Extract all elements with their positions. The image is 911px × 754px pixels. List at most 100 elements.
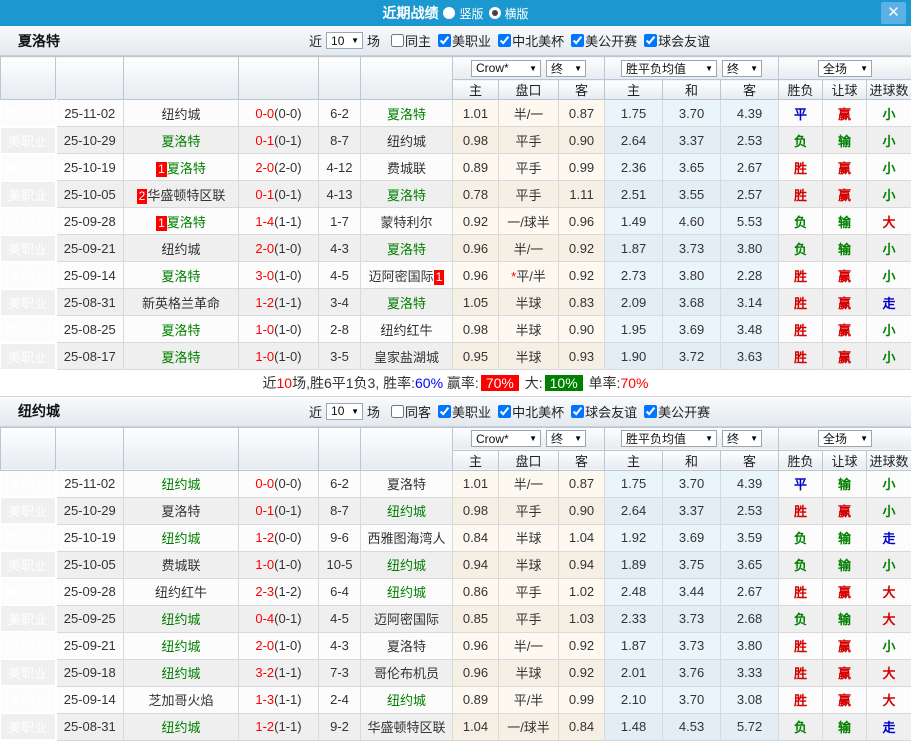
corners-cell: 3-5 (318, 342, 361, 370)
league-filter-label: 球会友谊 (658, 34, 711, 49)
mean-select[interactable]: 胜平负均值 ▼ (621, 430, 718, 447)
league-cell: 美职业 (0, 342, 57, 371)
handicap-cell: 半/一 (498, 470, 559, 498)
date-cell: 25-09-14 (55, 261, 124, 289)
result-cell: 胜 (778, 659, 824, 687)
result-cell-value: 胜 (794, 666, 808, 681)
away-odds-cell: 0.92 (558, 659, 606, 687)
home-team-cell: 费城联 (123, 551, 239, 579)
league-checkbox-input[interactable] (438, 34, 452, 47)
league-filter-checkbox[interactable]: 美职业 (438, 402, 491, 421)
league-checkbox-input[interactable] (571, 34, 585, 47)
league-filter-checkbox[interactable]: 球会友谊 (644, 31, 710, 50)
mean-select[interactable]: 胜平负均值 ▼ (621, 59, 718, 77)
league-filter-checkbox[interactable]: 美公开赛 (571, 31, 637, 50)
date-cell: 25-08-31 (55, 288, 124, 316)
handicap-result-cell-value: 输 (838, 214, 852, 230)
match-row: 美职业 25-10-29 夏洛特 0-1(0-1) 8-7 纽约城 0.98 平手 0.90 2.… (0, 497, 911, 525)
half-time-score: (1-0) (274, 348, 302, 364)
mean-win-cell: 1.87 (604, 632, 664, 660)
handicap-result-cell: 输 (822, 470, 868, 498)
league-filter-label: 中北美杯 (512, 404, 565, 420)
handicap-value: 一/球半 (507, 214, 550, 230)
league-filter-label: 中北美杯 (512, 34, 565, 49)
odds-final-select[interactable]: 终 ▼ (546, 59, 587, 77)
full-match-select[interactable]: 全场 ▼ (818, 430, 873, 447)
handicap-cell: 半球 (498, 315, 559, 343)
league-checkbox-input[interactable] (438, 404, 452, 418)
league-checkbox-input[interactable] (571, 404, 585, 418)
date-cell: 25-11-02 (55, 470, 124, 498)
sub-col-header: 和 (662, 449, 722, 471)
rank-badge: 1 (156, 161, 167, 177)
handicap-result-cell: 赢 (822, 180, 868, 208)
home-odds-cell: 0.96 (452, 632, 499, 660)
date-cell: 25-10-05 (55, 180, 124, 208)
recent-count-select[interactable]: 10 ▼ (326, 402, 364, 420)
away-team-name: 纽约城 (386, 693, 426, 708)
league-cell: 美职业 (0, 234, 57, 263)
home-team-cell: 夏洛特 (123, 126, 239, 154)
close-button[interactable]: ✕ (881, 2, 906, 24)
mean-lose-cell: 3.80 (720, 234, 780, 262)
league-cell: 美职业 (0, 632, 57, 660)
same-checkbox-input[interactable] (391, 404, 405, 418)
recent-count-select[interactable]: 10 ▼ (326, 32, 364, 49)
handicap-result-cell-value: 赢 (838, 106, 852, 122)
handicap-cell: *平/半 (498, 261, 559, 289)
handicap-cell: 平手 (498, 578, 559, 606)
league-checkbox-input[interactable] (644, 34, 658, 47)
goals-result-cell: 小 (866, 632, 911, 660)
odds-final-select[interactable]: 终 ▼ (546, 430, 587, 447)
summary-part: 70% (620, 375, 649, 391)
score-cell: 1-4(1-1) (238, 207, 319, 235)
away-team-cell: 纽约城 (360, 126, 453, 154)
corners-cell: 9-6 (318, 524, 361, 552)
mean-draw-cell: 3.73 (662, 605, 722, 633)
result-cell-value: 胜 (794, 639, 808, 654)
same-checkbox-input[interactable] (391, 34, 405, 47)
league-filter-checkbox[interactable]: 中北美杯 (498, 402, 564, 421)
mean-final-select[interactable]: 终 ▼ (722, 59, 763, 77)
match-row: 美职业 25-08-25 夏洛特 1-0(1-0) 2-8 纽约红牛 0.98 半球 0.90 1… (0, 315, 911, 344)
mean-lose-cell: 2.53 (720, 497, 780, 525)
odds-source-select[interactable]: Crow* ▼ (471, 59, 542, 77)
full-time-score: 0-0 (255, 476, 275, 491)
chevron-down-icon: ▼ (860, 63, 869, 73)
sub-col-header: 让球 (822, 79, 868, 100)
handicap-result-cell: 赢 (822, 497, 868, 525)
league-filter-checkbox[interactable]: 美职业 (438, 31, 491, 50)
mean-final-select[interactable]: 终 ▼ (722, 430, 763, 447)
full-match-select[interactable]: 全场 ▼ (818, 59, 873, 77)
league-filter-checkbox[interactable]: 球会友谊 (571, 402, 637, 421)
mean-lose-cell: 3.14 (720, 288, 780, 316)
away-team-cell: 纽约城 (360, 497, 453, 525)
same-filter-checkbox[interactable]: 同客 (391, 402, 431, 421)
mean-draw-cell: 4.53 (662, 713, 722, 741)
home-odds-cell: 0.86 (452, 578, 499, 606)
home-team-cell: 夏洛特 (123, 342, 239, 370)
league-filter-label: 美公开赛 (585, 34, 638, 49)
matches-label: 场 (367, 404, 381, 420)
league-filter-checkbox[interactable]: 美公开赛 (644, 402, 710, 421)
league-filter-checkbox[interactable]: 中北美杯 (498, 31, 564, 50)
sub-col-header: 进球数 (866, 79, 911, 100)
goals-result-cell-value: 大 (882, 693, 896, 708)
league-checkbox-input[interactable] (498, 404, 512, 418)
score-cell: 1-0(1-0) (238, 342, 319, 370)
odds-source-select[interactable]: Crow* ▼ (471, 430, 542, 447)
home-team-cell: 纽约城 (123, 99, 239, 127)
mean-draw-cell: 3.70 (662, 99, 722, 127)
same-filter-checkbox[interactable]: 同主 (391, 31, 431, 50)
radio-icon[interactable] (443, 7, 456, 19)
handicap-value: 半球 (515, 349, 542, 365)
league-checkbox-input[interactable] (498, 34, 512, 47)
layout-radio-vertical[interactable]: 竖版 (443, 5, 484, 22)
league-checkbox-input[interactable] (644, 404, 658, 418)
summary-part: 60% (415, 375, 444, 391)
layout-radio-horizontal[interactable]: 横版 (488, 5, 529, 22)
mean-lose-cell: 4.39 (720, 470, 780, 498)
handicap-result-cell: 输 (822, 207, 868, 235)
radio-checked-icon[interactable] (488, 7, 501, 19)
match-row: 美职业 25-10-05 2 华盛顿特区联 0-1(0-1) 4-13 夏洛特 0.78 平手 1… (0, 180, 911, 209)
